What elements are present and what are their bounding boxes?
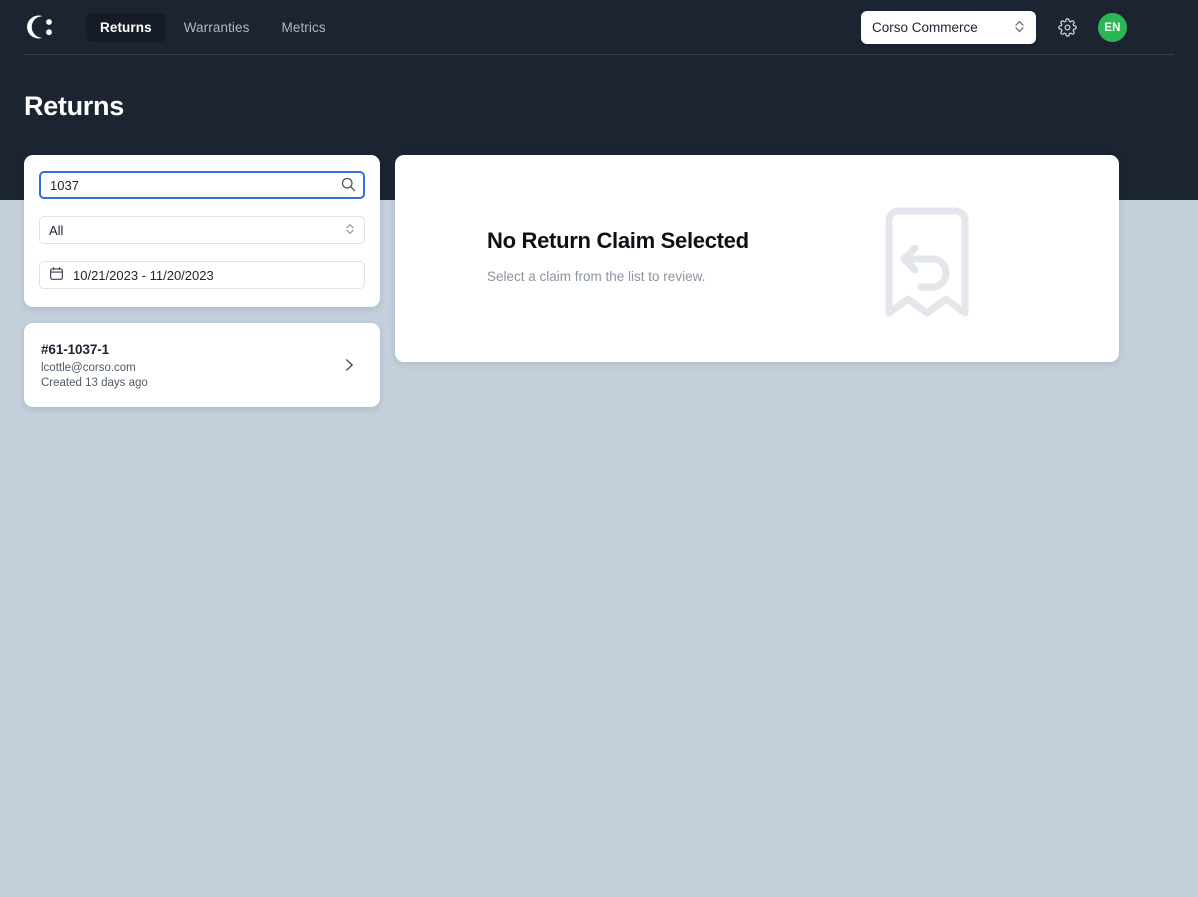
search-input[interactable] — [39, 171, 365, 199]
return-bookmark-icon — [877, 203, 977, 321]
primary-nav: Returns Warranties Metrics — [86, 13, 340, 42]
claim-email: lcottle@corso.com — [41, 361, 136, 374]
header-actions: Corso Commerce EN — [861, 11, 1127, 44]
store-selector-value: Corso Commerce — [872, 20, 978, 35]
filters-panel: All 10/21/2023 - 11/20/2023 — [24, 155, 380, 307]
status-select-value: All — [49, 222, 64, 238]
store-selector[interactable]: Corso Commerce — [861, 11, 1036, 44]
nav-tab-returns[interactable]: Returns — [86, 13, 166, 42]
chevron-updown-icon — [345, 222, 355, 239]
date-range-picker[interactable]: 10/21/2023 - 11/20/2023 — [39, 261, 365, 289]
calendar-icon — [49, 266, 64, 284]
claim-summary: #61-1037-1 lcottle@corso.com Created 13 … — [41, 342, 148, 389]
gear-icon[interactable] — [1056, 17, 1078, 39]
claim-id: #61-1037-1 — [41, 341, 110, 357]
nav-tab-warranties[interactable]: Warranties — [170, 13, 264, 42]
claim-detail-panel: No Return Claim Selected Select a claim … — [395, 155, 1119, 362]
claim-created: Created 13 days ago — [41, 376, 148, 389]
user-avatar[interactable]: EN — [1098, 13, 1127, 42]
empty-state-title: No Return Claim Selected — [487, 228, 749, 253]
search-field-wrapper — [39, 171, 365, 199]
empty-state-text: No Return Claim Selected Select a claim … — [487, 228, 749, 284]
chevron-updown-icon — [1014, 19, 1025, 37]
empty-state-subtitle: Select a claim from the list to review. — [487, 269, 706, 284]
chevron-right-icon — [341, 357, 357, 373]
page-title: Returns — [24, 91, 124, 121]
claim-list-item[interactable]: #61-1037-1 lcottle@corso.com Created 13 … — [24, 323, 380, 407]
status-select[interactable]: All — [39, 216, 365, 244]
nav-tab-metrics[interactable]: Metrics — [267, 13, 339, 42]
date-range-value: 10/21/2023 - 11/20/2023 — [73, 267, 214, 283]
app-header: Returns Warranties Metrics Corso Commerc… — [0, 0, 1198, 55]
header-divider — [24, 54, 1174, 55]
corso-logo-icon[interactable] — [25, 12, 55, 42]
